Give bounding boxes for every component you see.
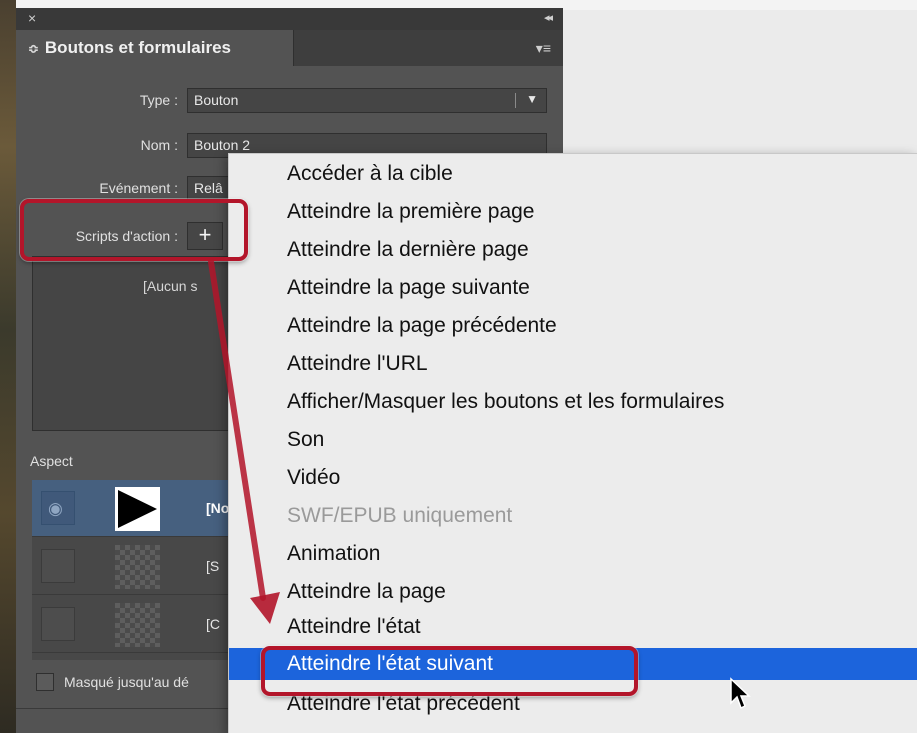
dropdown-separator xyxy=(515,93,516,108)
visibility-toggle[interactable] xyxy=(41,607,75,641)
menu-section-swf-epub: SWF/EPUB uniquement xyxy=(287,504,513,527)
menu-item-animation[interactable]: Animation xyxy=(229,538,917,570)
actions-empty-text: [Aucun s xyxy=(143,278,198,294)
background-desktop-top xyxy=(563,0,917,10)
visibility-toggle[interactable]: ◉ xyxy=(41,491,75,525)
panel-title-bar: × ◂◂ xyxy=(16,8,563,30)
menu-item-go-to-page[interactable]: Atteindre la page xyxy=(229,576,917,608)
tab-title: Boutons et formulaires xyxy=(44,38,231,57)
event-label: Evénement : xyxy=(99,180,178,196)
tab-expand-icon: ≎ xyxy=(28,41,39,56)
menu-item-video[interactable]: Vidéo xyxy=(229,462,917,494)
menu-item-go-to-next-page[interactable]: Atteindre la page suivante xyxy=(229,272,917,304)
state-thumbnail-empty xyxy=(115,545,160,589)
name-value: Bouton 2 xyxy=(194,137,251,153)
name-label: Nom : xyxy=(140,137,178,153)
visibility-toggle[interactable] xyxy=(41,549,75,583)
mouse-pointer-icon xyxy=(730,677,751,710)
hidden-until-triggered-checkbox[interactable] xyxy=(36,673,54,691)
state-name: [No xyxy=(206,500,230,516)
menu-item-sound[interactable]: Son xyxy=(229,424,917,456)
background-photo-strip xyxy=(0,0,16,733)
collapse-panel-icon[interactable]: ◂◂ xyxy=(544,11,553,24)
play-triangle-icon xyxy=(118,490,157,528)
type-dropdown[interactable]: Bouton ▼ xyxy=(187,88,547,113)
panel-tab-bar: ≎ Boutons et formulaires ▾≡ xyxy=(16,30,563,66)
menu-item-go-to-state[interactable]: Atteindre l'état xyxy=(229,611,917,643)
menu-item-go-to-url[interactable]: Atteindre l'URL xyxy=(229,348,917,380)
menu-item-go-to-previous-page[interactable]: Atteindre la page précédente xyxy=(229,310,917,342)
panel-menu-icon[interactable]: ▾≡ xyxy=(536,40,551,57)
state-name: [S xyxy=(206,558,220,574)
hidden-until-triggered-label: Masqué jusqu'au dé xyxy=(64,674,189,690)
tab-buttons-forms[interactable]: ≎ Boutons et formulaires xyxy=(16,30,294,66)
highlight-add-action xyxy=(20,199,248,261)
highlight-next-state-item xyxy=(261,646,638,696)
state-thumbnail-empty xyxy=(115,603,160,647)
close-icon[interactable]: × xyxy=(28,10,36,26)
type-value: Bouton xyxy=(194,92,239,108)
event-value: Relâ xyxy=(194,180,223,196)
background-top xyxy=(0,0,563,8)
state-thumbnail xyxy=(115,487,160,531)
menu-item-show-hide-buttons[interactable]: Afficher/Masquer les boutons et les form… xyxy=(229,386,917,418)
eye-icon: ◉ xyxy=(48,499,63,518)
menu-item-go-to-first-page[interactable]: Atteindre la première page xyxy=(229,196,917,228)
menu-item-go-to-target[interactable]: Accéder à la cible xyxy=(229,158,917,190)
type-label: Type : xyxy=(139,92,178,108)
aspect-heading: Aspect xyxy=(30,453,73,469)
dropdown-arrow-icon: ▼ xyxy=(526,92,538,106)
menu-item-go-to-last-page[interactable]: Atteindre la dernière page xyxy=(229,234,917,266)
state-name: [C xyxy=(206,616,220,632)
